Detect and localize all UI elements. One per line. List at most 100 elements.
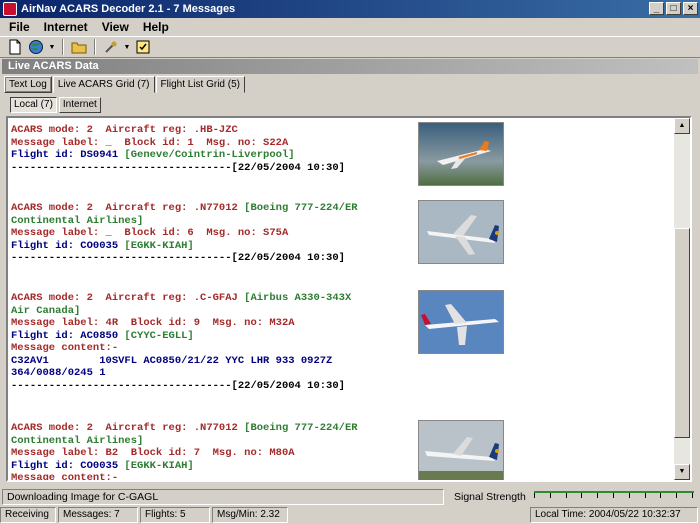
- log-text-segment: ACARS mode: 2 Aircraft reg: .C-GFAJ: [11, 292, 245, 304]
- menu-internet[interactable]: Internet: [37, 20, 95, 34]
- status-msg-per-min: Msg/Min: 2.32: [212, 507, 288, 523]
- log-text-segment: [EGKK-KIAH]: [124, 239, 194, 252]
- toolbar: ▼ ▼: [0, 36, 700, 58]
- close-button[interactable]: ×: [683, 2, 698, 15]
- log-line: -----------------------------------[22/0…: [11, 162, 671, 175]
- log-text-segment: -----------------------------------[22/0…: [11, 379, 345, 392]
- log-line: Message label: _ Block id: 6 Msg. no: S7…: [11, 227, 671, 240]
- log-line: ACARS mode: 2 Aircraft reg: .N77012 [Boe…: [11, 422, 671, 435]
- log-text-segment: -----------------------------------[22/0…: [11, 252, 345, 264]
- log-text-segment: [Airbus A330-343X: [244, 292, 352, 304]
- log-text-segment: [Boeing 777-224/ER: [244, 422, 358, 434]
- log-line: 364/0088/0245 1: [11, 367, 671, 380]
- text-log-content: ACARS mode: 2 Aircraft reg: .HB-JZC Messa…: [8, 118, 674, 480]
- tab-flight-list-grid[interactable]: Flight List Grid (5): [155, 76, 245, 93]
- log-text-segment: Continental Airlines]: [11, 214, 144, 227]
- tab-live-acars-grid[interactable]: Live ACARS Grid (7): [52, 76, 155, 93]
- log-line: ACARS mode: 2 Aircraft reg: .C-GFAJ [Air…: [11, 292, 671, 305]
- text-log-panel[interactable]: ACARS mode: 2 Aircraft reg: .HB-JZC Messa…: [6, 116, 692, 482]
- scroll-thumb[interactable]: [674, 228, 690, 438]
- log-line: Flight id: CO0035 [EGKK-KIAH]: [11, 240, 671, 253]
- meter-tick: [597, 492, 599, 498]
- log-text-segment: Message content:-: [11, 472, 119, 480]
- meter-tick: [692, 492, 693, 498]
- tab-local[interactable]: Local (7): [10, 97, 57, 113]
- app-icon[interactable]: [3, 2, 17, 16]
- signal-strength-meter: [534, 490, 694, 503]
- log-line: C32AV1 10SVFL AC0850/21/22 YYC LHR 933 0…: [11, 355, 671, 368]
- open-folder-icon[interactable]: [70, 38, 88, 56]
- aircraft-photo: [418, 290, 504, 354]
- tab-text-log[interactable]: Text Log: [4, 76, 52, 93]
- log-line: Message content:-: [11, 342, 671, 355]
- log-text-segment: Flight id: DS0941: [11, 149, 125, 161]
- meter-tick: [660, 492, 662, 498]
- title-bar[interactable]: AirNav ACARS Decoder 2.1 - 7 Messages _ …: [0, 0, 700, 18]
- status-bar: Receiving Messages: 7 Flights: 5 Msg/Min…: [0, 507, 700, 524]
- log-line: Flight id: DS0941 [Geneve/Cointrin-Liver…: [11, 149, 671, 162]
- aircraft-photo: [418, 200, 504, 264]
- source-tabs: Local (7) Internet: [10, 97, 101, 113]
- section-title: Live ACARS Data: [2, 59, 698, 74]
- menu-file[interactable]: File: [2, 20, 37, 34]
- log-line: Continental Airlines]: [11, 435, 671, 448]
- log-text-segment: 364/0088/0245 1: [11, 367, 106, 379]
- log-text-segment: Message label: _ Block id: 6 Msg. no: S7…: [11, 227, 289, 239]
- log-entry: ACARS mode: 2 Aircraft reg: .N77012 [Boe…: [11, 422, 671, 480]
- activity-text: Downloading Image for C-GAGL: [2, 488, 444, 505]
- log-text-segment: [CYYC-EGLL]: [124, 329, 194, 342]
- log-line: Air Canada]: [11, 305, 671, 318]
- minimize-button[interactable]: _: [649, 2, 664, 15]
- log-text-segment: ACARS mode: 2 Aircraft reg: .HB-JZC: [11, 124, 238, 136]
- menu-view[interactable]: View: [95, 20, 136, 34]
- log-text-segment: -----------------------------------[22/0…: [11, 161, 345, 174]
- log-text-segment: Continental Airlines]: [11, 434, 144, 447]
- aircraft-photo: [418, 420, 504, 480]
- log-line: Flight id: CO0035 [EGKK-KIAH]: [11, 460, 671, 473]
- settings-icon[interactable]: [134, 38, 152, 56]
- aircraft-photo: [418, 122, 504, 186]
- globe-dropdown-icon[interactable]: ▼: [48, 44, 56, 51]
- meter-tick: [581, 492, 583, 498]
- log-text-segment: [Boeing 777-224/ER: [244, 202, 358, 214]
- globe-icon[interactable]: [27, 38, 45, 56]
- scroll-down-button[interactable]: ▼: [674, 464, 690, 480]
- log-entry: ACARS mode: 2 Aircraft reg: .N77012 [Boe…: [11, 202, 671, 265]
- log-line: Message label: _ Block id: 1 Msg. no: S2…: [11, 137, 671, 150]
- meter-tick: [549, 492, 551, 498]
- log-line: -----------------------------------[22/0…: [11, 380, 671, 393]
- log-text-segment: [EGKK-KIAH]: [124, 459, 194, 472]
- log-text-segment: Flight id: AC0850: [11, 329, 125, 342]
- meter-tick: [613, 492, 614, 498]
- menu-help[interactable]: Help: [136, 20, 176, 34]
- meter-tick: [565, 492, 567, 498]
- log-line: ACARS mode: 2 Aircraft reg: .N77012 [Boe…: [11, 202, 671, 215]
- tab-internet[interactable]: Internet: [58, 97, 101, 113]
- status-flights: Flights: 5: [140, 507, 210, 523]
- log-text-segment: [Geneve/Cointrin-Liverpool]: [124, 149, 295, 161]
- log-text-segment: C32AV1 10SVFL AC0850/21/22 YYC LHR 933 0…: [11, 354, 333, 367]
- scroll-up-button[interactable]: ▲: [674, 118, 690, 134]
- maximize-button[interactable]: □: [666, 2, 681, 15]
- log-line: Continental Airlines]: [11, 215, 671, 228]
- log-line: Message label: B2 Block id: 7 Msg. no: M…: [11, 447, 671, 460]
- log-text-segment: Message label: _ Block id: 1 Msg. no: S2…: [11, 136, 289, 149]
- tools-dropdown-icon[interactable]: ▼: [123, 44, 131, 51]
- log-line: Flight id: AC0850 [CYYC-EGLL]: [11, 330, 671, 343]
- log-scrollbar[interactable]: ▲ ▼: [674, 118, 690, 480]
- log-text-segment: Air Canada]: [11, 304, 81, 317]
- log-text-segment: Flight id: CO0035: [11, 239, 125, 252]
- toolbar-separator: [94, 39, 96, 55]
- signal-strength-label: Signal Strength: [454, 490, 526, 503]
- log-line: Message label: 4R Block id: 9 Msg. no: M…: [11, 317, 671, 330]
- meter-tick: [644, 492, 646, 498]
- log-text-segment: Message content:-: [11, 342, 119, 354]
- meter-tick: [628, 492, 630, 498]
- tools-icon[interactable]: [102, 38, 120, 56]
- log-line: -----------------------------------[22/0…: [11, 252, 671, 265]
- log-text-segment: Flight id: CO0035: [11, 459, 125, 472]
- main-tabs: Text Log Live ACARS Grid (7) Flight List…: [4, 76, 245, 93]
- new-document-icon[interactable]: [6, 38, 24, 56]
- log-text-segment: Message label: 4R Block id: 9 Msg. no: M…: [11, 317, 295, 329]
- status-local-time: Local Time: 2004/05/22 10:32:37: [530, 507, 698, 523]
